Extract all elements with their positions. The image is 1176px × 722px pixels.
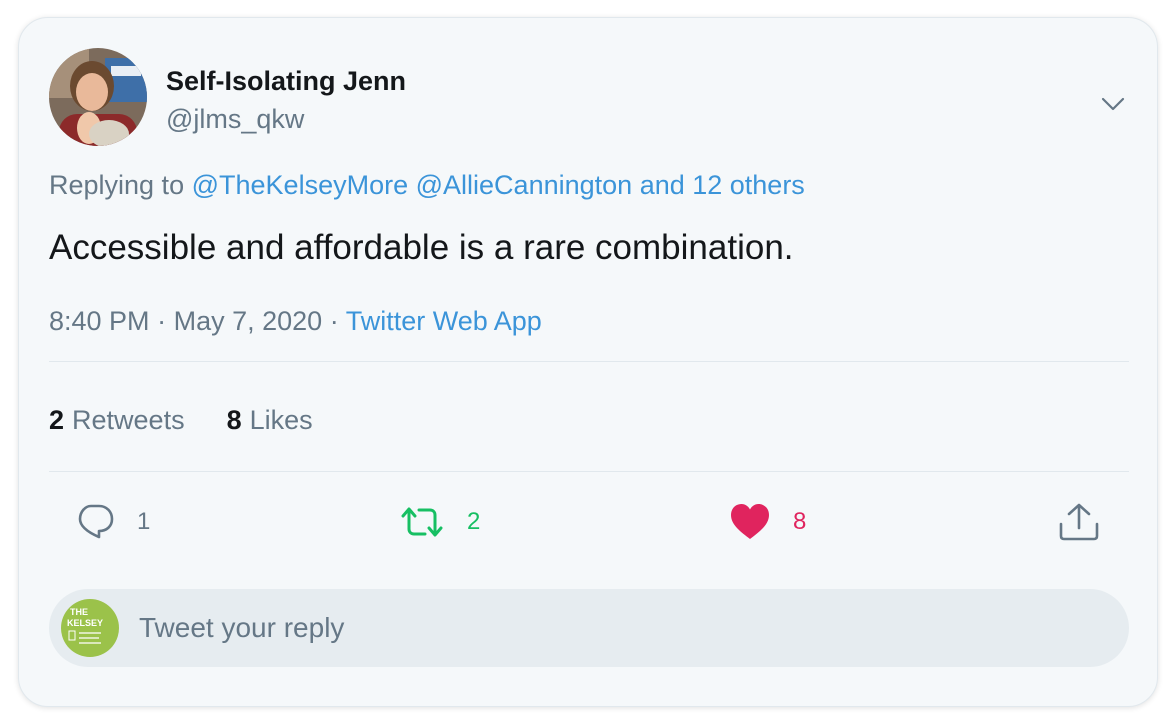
- tweet-card: Self-Isolating Jenn @jlms_qkw Replying t…: [18, 17, 1158, 707]
- author-display-name[interactable]: Self-Isolating Jenn: [166, 66, 406, 97]
- divider: [49, 471, 1129, 472]
- likes-stat[interactable]: 8 Likes: [227, 405, 313, 436]
- replying-prefix: Replying to: [49, 170, 185, 200]
- retweet-button[interactable]: 2: [399, 500, 480, 544]
- tweet-meta: 8:40 PM · May 7, 2020 · Twitter Web App: [49, 306, 542, 337]
- replying-others-link[interactable]: and 12 others: [640, 170, 805, 200]
- retweet-count: 2: [467, 508, 481, 535]
- current-user-avatar: THE KELSEY: [61, 599, 119, 657]
- retweets-label: Retweets: [72, 405, 185, 435]
- retweet-icon: [399, 504, 445, 540]
- tweet-time[interactable]: 8:40 PM: [49, 306, 150, 336]
- share-icon: [1057, 502, 1101, 542]
- reply-button[interactable]: 1: [75, 500, 150, 544]
- likes-label: Likes: [249, 405, 313, 435]
- share-button[interactable]: [1057, 500, 1101, 544]
- tweet-text: Accessible and affordable is a rare comb…: [49, 228, 794, 267]
- likes-count: 8: [226, 405, 242, 435]
- engagement-stats: 2 Retweets 8 Likes: [49, 405, 313, 436]
- meta-separator: ·: [157, 306, 167, 336]
- like-count: 8: [793, 508, 807, 535]
- reply-input[interactable]: THE KELSEY Tweet your reply: [49, 589, 1129, 667]
- avatar-logo-line1: THE: [70, 607, 88, 617]
- author-avatar[interactable]: [49, 48, 147, 146]
- avatar-logo-line2: KELSEY: [67, 618, 103, 628]
- mention-thekelseymore[interactable]: @TheKelseyMore: [192, 170, 409, 200]
- mention-alliecannington[interactable]: @AllieCannington: [416, 170, 633, 200]
- reply-placeholder: Tweet your reply: [139, 612, 345, 643]
- retweets-count: 2: [49, 405, 65, 435]
- tweet-source-link[interactable]: Twitter Web App: [346, 306, 542, 336]
- author-handle[interactable]: @jlms_qkw: [166, 104, 304, 135]
- reply-count: 1: [137, 508, 151, 535]
- like-button[interactable]: 8: [729, 500, 806, 544]
- divider: [49, 361, 1129, 362]
- speech-bubble-icon: [75, 503, 115, 541]
- chevron-down-icon[interactable]: [1095, 86, 1131, 122]
- replying-to-line: Replying to @TheKelseyMore @AllieCanning…: [49, 170, 805, 201]
- meta-separator: ·: [329, 306, 339, 336]
- retweets-stat[interactable]: 2 Retweets: [49, 405, 185, 436]
- heart-icon: [729, 503, 771, 541]
- tweet-date[interactable]: May 7, 2020: [174, 306, 323, 336]
